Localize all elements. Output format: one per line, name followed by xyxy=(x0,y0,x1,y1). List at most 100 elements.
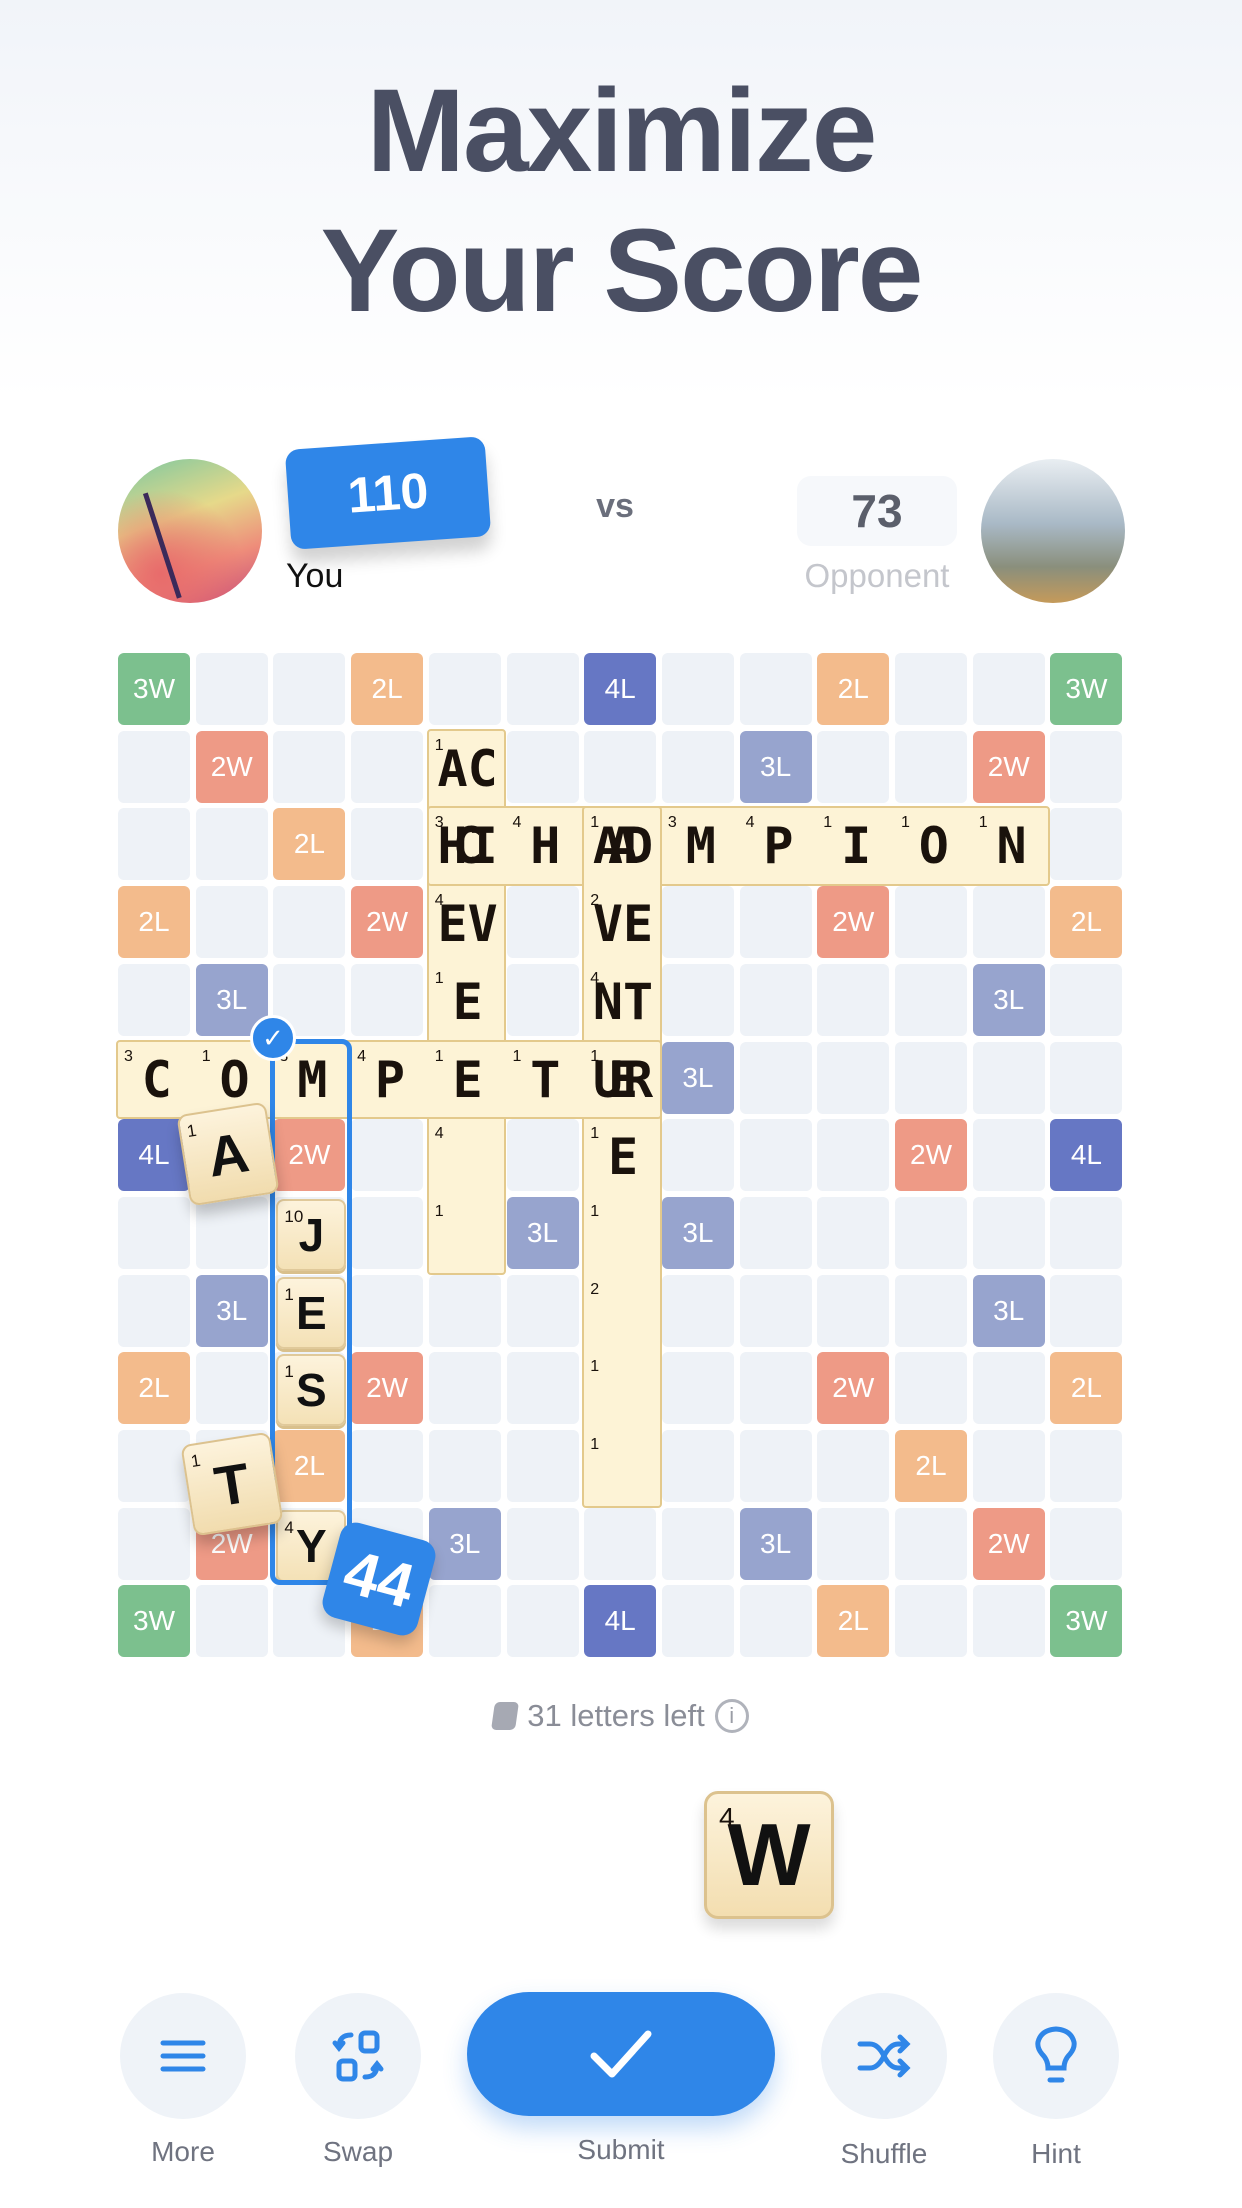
premium-square-2w[interactable]: 2W xyxy=(895,1119,967,1192)
premium-square-4l[interactable]: 4L xyxy=(584,653,657,725)
board-cell[interactable] xyxy=(1050,1507,1123,1580)
board-cell[interactable] xyxy=(1050,1196,1123,1269)
rack-tile-w[interactable]: 4W xyxy=(704,1791,834,1919)
board-cell[interactable] xyxy=(195,1196,268,1269)
board-cell[interactable] xyxy=(972,1585,1045,1658)
board-cell[interactable] xyxy=(661,886,734,959)
board-cell[interactable] xyxy=(506,1119,579,1192)
board-cell[interactable] xyxy=(895,963,967,1036)
premium-square-2l[interactable]: 2L xyxy=(817,653,890,725)
board-cell[interactable] xyxy=(972,886,1045,959)
board-cell[interactable] xyxy=(895,886,967,959)
board-cell[interactable] xyxy=(739,1274,812,1347)
board-cell[interactable] xyxy=(817,963,890,1036)
board-cell[interactable] xyxy=(817,1274,890,1347)
board-cell[interactable] xyxy=(506,730,579,803)
board-cell[interactable] xyxy=(817,1507,890,1580)
premium-square-2l[interactable]: 2L xyxy=(1050,886,1123,959)
board-cell[interactable] xyxy=(895,1585,967,1658)
premium-square-2l[interactable]: 2L xyxy=(1050,1352,1123,1425)
board-cell[interactable] xyxy=(661,653,734,725)
board-cell[interactable] xyxy=(972,1119,1045,1192)
board-cell[interactable] xyxy=(506,886,579,959)
board-cell[interactable] xyxy=(351,1196,424,1269)
submit-button[interactable] xyxy=(467,1992,775,2116)
shuffle-button[interactable] xyxy=(821,1993,947,2119)
board-cell[interactable] xyxy=(661,1352,734,1425)
board-cell[interactable] xyxy=(661,1274,734,1347)
board-cell[interactable] xyxy=(739,1196,812,1269)
board-cell[interactable] xyxy=(739,1430,812,1502)
premium-square-3l[interactable]: 3L xyxy=(661,1196,734,1269)
premium-square-3w[interactable]: 3W xyxy=(118,653,190,725)
premium-square-2w[interactable]: 2W xyxy=(817,1352,890,1425)
board-cell[interactable] xyxy=(739,1119,812,1192)
premium-square-2w[interactable]: 2W xyxy=(817,886,890,959)
board-cell[interactable] xyxy=(584,730,657,803)
board-cell[interactable] xyxy=(118,730,190,803)
board-cell[interactable] xyxy=(428,1585,501,1658)
board-cell[interactable] xyxy=(739,1041,812,1114)
premium-square-3l[interactable]: 3L xyxy=(428,1507,501,1580)
board-cell[interactable] xyxy=(118,1507,190,1580)
board-cell[interactable] xyxy=(739,1352,812,1425)
board-cell[interactable] xyxy=(895,730,967,803)
board-cell[interactable] xyxy=(506,1585,579,1658)
board-cell[interactable] xyxy=(118,1274,190,1347)
board-cell[interactable] xyxy=(351,730,424,803)
board-cell[interactable] xyxy=(195,653,268,725)
board-cell[interactable] xyxy=(351,963,424,1036)
board-cell[interactable] xyxy=(506,653,579,725)
board-cell[interactable] xyxy=(273,730,346,803)
premium-square-4l[interactable]: 4L xyxy=(584,1585,657,1658)
info-icon[interactable]: i xyxy=(714,1699,749,1733)
premium-square-3l[interactable]: 3L xyxy=(195,1274,268,1347)
board-cell[interactable] xyxy=(661,963,734,1036)
board-cell[interactable] xyxy=(1050,963,1123,1036)
board-cell[interactable] xyxy=(118,1430,190,1502)
dragging-tile-t[interactable]: 1T xyxy=(180,1431,284,1537)
board-cell[interactable] xyxy=(817,1041,890,1114)
board-cell[interactable] xyxy=(273,886,346,959)
board-cell[interactable] xyxy=(428,653,501,725)
board-cell[interactable] xyxy=(895,1507,967,1580)
board-cell[interactable] xyxy=(195,1352,268,1425)
premium-square-2w[interactable]: 2W xyxy=(351,886,424,959)
premium-square-2l[interactable]: 2L xyxy=(118,1352,190,1425)
board-cell[interactable] xyxy=(195,808,268,881)
board-cell[interactable] xyxy=(661,1507,734,1580)
premium-square-4l[interactable]: 4L xyxy=(1050,1119,1123,1192)
premium-square-2l[interactable]: 2L xyxy=(895,1430,967,1502)
swap-button[interactable] xyxy=(295,1993,421,2119)
board-cell[interactable] xyxy=(118,1196,190,1269)
board-cell[interactable] xyxy=(506,963,579,1036)
board-cell[interactable] xyxy=(895,1196,967,1269)
board-cell[interactable] xyxy=(1050,1041,1123,1114)
board-cell[interactable] xyxy=(1050,1430,1123,1502)
board-cell[interactable] xyxy=(661,1585,734,1658)
board-cell[interactable] xyxy=(972,1196,1045,1269)
board-cell[interactable] xyxy=(895,653,967,725)
board-cell[interactable] xyxy=(506,1352,579,1425)
premium-square-3l[interactable]: 3L xyxy=(739,1507,812,1580)
hint-button[interactable] xyxy=(993,1993,1119,2119)
board-cell[interactable] xyxy=(118,808,190,881)
board-cell[interactable] xyxy=(739,1585,812,1658)
premium-square-2l[interactable]: 2L xyxy=(273,808,346,881)
premium-square-2w[interactable]: 2W xyxy=(972,1507,1045,1580)
board-cell[interactable] xyxy=(972,1041,1045,1114)
board-cell[interactable] xyxy=(972,1352,1045,1425)
board-cell[interactable] xyxy=(739,963,812,1036)
board-cell[interactable] xyxy=(1050,730,1123,803)
board-cell[interactable] xyxy=(817,1196,890,1269)
board-cell[interactable] xyxy=(972,1430,1045,1502)
dragging-tile-a[interactable]: 1A xyxy=(176,1101,280,1207)
board-cell[interactable] xyxy=(506,1430,579,1502)
board-cell[interactable] xyxy=(118,963,190,1036)
board-cell[interactable] xyxy=(817,1119,890,1192)
board-cell[interactable] xyxy=(351,1430,424,1502)
board-cell[interactable] xyxy=(195,1585,268,1658)
board-cell[interactable] xyxy=(584,1507,657,1580)
premium-square-3l[interactable]: 3L xyxy=(972,1274,1045,1347)
more-button[interactable] xyxy=(120,1993,246,2119)
